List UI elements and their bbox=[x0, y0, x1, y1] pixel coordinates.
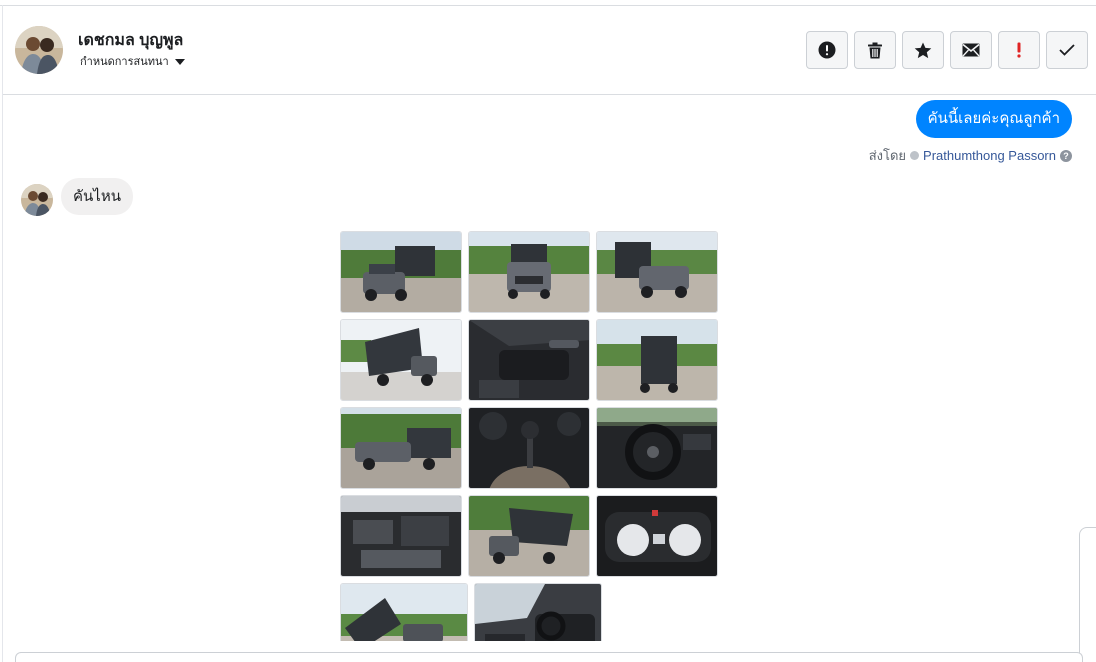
photo-cabin-interior[interactable] bbox=[474, 583, 602, 641]
alert-circle-icon bbox=[818, 41, 836, 59]
photo-truck-rear[interactable] bbox=[596, 319, 718, 401]
photo-gear-shifter[interactable] bbox=[468, 407, 590, 489]
star-button[interactable] bbox=[902, 31, 944, 69]
photo-engine-bay[interactable] bbox=[340, 495, 462, 577]
photo-gauge-cluster[interactable] bbox=[596, 495, 718, 577]
mark-unread-button[interactable] bbox=[950, 31, 992, 69]
conversation-header: เดชกมล บุญพูล กำหนดการสนทนา bbox=[3, 6, 1096, 95]
incoming-message-bubble[interactable]: คันไหน bbox=[61, 178, 133, 215]
contact-name[interactable]: เดชกมล บุญพูล bbox=[78, 28, 183, 53]
exclamation-icon bbox=[1017, 42, 1021, 58]
check-icon bbox=[1059, 44, 1075, 56]
message-composer[interactable] bbox=[15, 652, 1083, 662]
photo-door-panel[interactable] bbox=[468, 319, 590, 401]
left-border bbox=[2, 5, 3, 662]
agent-name-link[interactable]: Prathumthong Passorn bbox=[923, 148, 1056, 163]
photo-truck-rear-left[interactable] bbox=[340, 319, 462, 401]
help-icon[interactable]: ? bbox=[1060, 149, 1072, 162]
follow-up-button[interactable] bbox=[998, 31, 1040, 69]
assign-label: กำหนดการสนทนา bbox=[80, 56, 169, 68]
sent-by-label: ส่งโดย bbox=[868, 148, 907, 163]
sender-avatar[interactable] bbox=[21, 184, 53, 216]
outgoing-message-bubble[interactable]: คันนี้เลยค่ะคุณลูกค้า bbox=[915, 100, 1072, 138]
assign-conversation-dropdown[interactable]: กำหนดการสนทนา bbox=[80, 52, 185, 70]
photo-truck-front[interactable] bbox=[468, 231, 590, 313]
star-icon bbox=[914, 42, 932, 58]
photo-dashboard[interactable] bbox=[596, 407, 718, 489]
photo-dump-bed-raised[interactable] bbox=[340, 583, 468, 641]
image-gallery bbox=[340, 231, 720, 641]
sent-by-line: ส่งโดย Prathumthong Passorn ? bbox=[869, 145, 1072, 166]
photo-truck-front-left[interactable] bbox=[340, 231, 462, 313]
side-panel-tab[interactable] bbox=[1079, 527, 1096, 662]
trash-icon bbox=[868, 42, 882, 58]
photo-truck-front-right[interactable] bbox=[596, 231, 718, 313]
contact-avatar[interactable] bbox=[15, 26, 63, 74]
caret-down-icon bbox=[174, 58, 185, 65]
action-toolbar bbox=[806, 31, 1088, 69]
mark-done-button[interactable] bbox=[1046, 31, 1088, 69]
delete-button[interactable] bbox=[854, 31, 896, 69]
photo-truck-rear-high[interactable] bbox=[468, 495, 590, 577]
verified-dot-icon bbox=[910, 151, 920, 160]
report-button[interactable] bbox=[806, 31, 848, 69]
envelope-icon bbox=[962, 43, 980, 57]
photo-truck-side[interactable] bbox=[340, 407, 462, 489]
